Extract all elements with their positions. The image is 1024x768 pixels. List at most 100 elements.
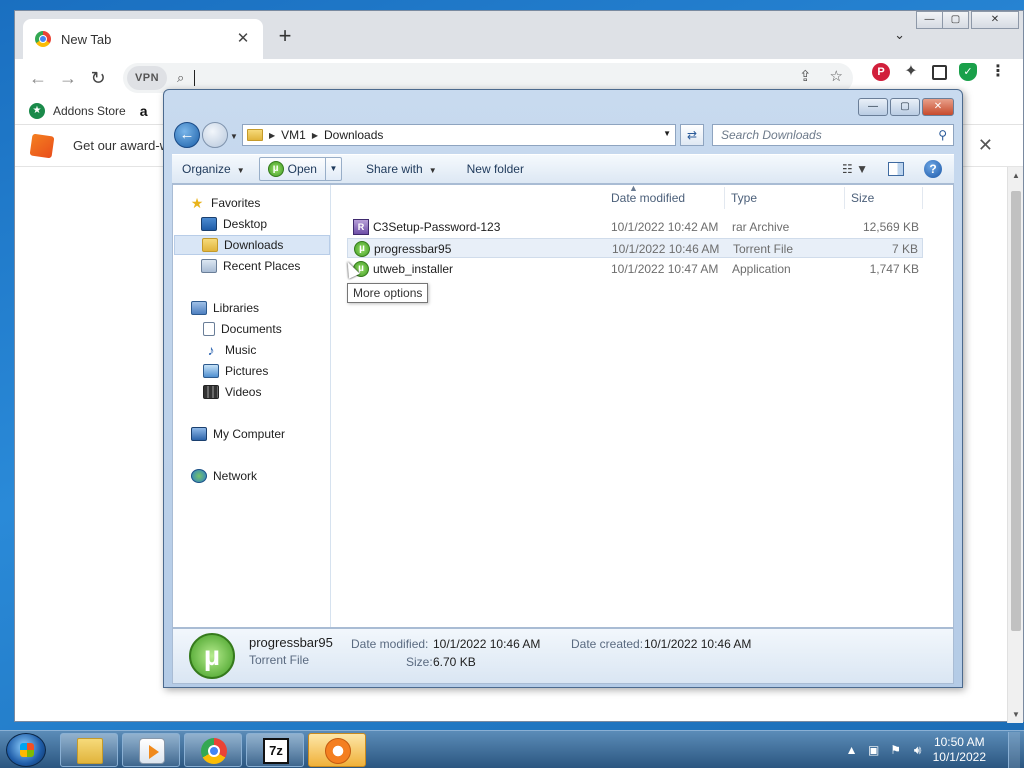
explorer-close-button[interactable]: ✕	[922, 98, 954, 116]
avast-icon	[325, 738, 351, 764]
action-center-flag-icon[interactable]: ⚑	[889, 743, 903, 757]
close-button[interactable]: ✕	[971, 11, 1019, 29]
extension-p-icon[interactable]: P	[872, 63, 890, 81]
utorrent-icon: µ	[267, 161, 284, 177]
nav-downloads[interactable]: Downloads	[174, 235, 330, 255]
scroll-up-icon[interactable]: ▲	[1008, 171, 1024, 180]
minimize-button[interactable]: —	[916, 11, 943, 29]
preview-pane-icon[interactable]	[888, 162, 904, 176]
taskbar-7zip[interactable]: 7z	[246, 733, 304, 767]
clock[interactable]: 10:50 AM 10/1/2022	[933, 735, 986, 765]
back-arrow-icon[interactable]: ←	[174, 122, 200, 148]
tab-search-chevron-icon[interactable]: ⌄	[894, 27, 905, 43]
open-options-chevron-icon[interactable]: ▼	[324, 158, 341, 180]
new-tab-button[interactable]: +	[273, 25, 297, 49]
network-icon[interactable]: ▣	[867, 743, 881, 757]
bookmark-amazon-icon[interactable]: a	[140, 103, 148, 119]
refresh-icon[interactable]: ⇄	[680, 124, 704, 146]
nav-pictures[interactable]: Pictures	[203, 361, 329, 381]
nav-libraries[interactable]: Libraries	[191, 298, 347, 318]
forward-arrow-icon[interactable]	[202, 122, 228, 148]
kebab-menu-icon[interactable]: ⋮	[989, 63, 1007, 81]
new-folder-button[interactable]: New folder	[457, 157, 534, 181]
organize-menu[interactable]: Organize ▼	[172, 157, 255, 181]
reload-icon[interactable]: ↻	[83, 63, 113, 93]
taskbar-media-player[interactable]	[122, 733, 180, 767]
taskbar-avast[interactable]	[308, 733, 366, 767]
folder-icon	[77, 738, 103, 764]
file-row[interactable]: R C3Setup-Password-123 10/1/2022 10:42 A…	[347, 217, 923, 237]
share-with-label: Share with	[365, 162, 423, 176]
share-icon[interactable]: ⇪	[799, 67, 812, 85]
bookmark-star-icon[interactable]: ☆	[830, 67, 843, 85]
change-view-icon[interactable]: ☷ ▼	[842, 162, 868, 176]
back-arrow-icon[interactable]: ←	[23, 63, 53, 93]
chevron-down-icon: ▼	[236, 166, 245, 175]
details-file-type: Torrent File	[249, 653, 310, 667]
explorer-address-row: ← ▼ ▶ VM1 ▶ Downloads ▼ ⇄ Search Downloa…	[172, 122, 954, 150]
tab-new-tab[interactable]: New Tab ✕	[23, 19, 263, 59]
share-with-menu[interactable]: Share with ▼	[356, 157, 447, 181]
file-row[interactable]: µ progressbar95 10/1/2022 10:46 AM Torre…	[347, 238, 923, 258]
nav-documents[interactable]: Documents	[203, 319, 329, 339]
recent-pages-chevron-icon[interactable]: ▼	[230, 132, 238, 141]
show-desktop-button[interactable]	[1008, 732, 1020, 768]
search-downloads-input[interactable]: Search Downloads ⚲	[712, 124, 954, 146]
column-date-modified[interactable]: Date modified	[605, 187, 725, 209]
details-file-name: progressbar95	[249, 635, 333, 650]
start-button[interactable]	[6, 733, 46, 767]
nav-recent-places[interactable]: Recent Places	[201, 256, 329, 276]
column-size[interactable]: Size	[845, 187, 923, 209]
search-placeholder: Search Downloads	[721, 128, 822, 142]
taskbar-chrome[interactable]	[184, 733, 242, 767]
vpn-button[interactable]: VPN	[127, 66, 167, 90]
page-scrollbar[interactable]: ▲ ▼	[1007, 167, 1023, 723]
address-dropdown-icon[interactable]: ▼	[663, 129, 671, 138]
file-row[interactable]: µ utweb_installer 10/1/2022 10:47 AM App…	[347, 259, 923, 279]
explorer-window: — ▢ ✕ ← ▼ ▶ VM1 ▶ Downloads ▼ ⇄ Search D…	[163, 89, 963, 688]
explorer-maximize-button[interactable]: ▢	[890, 98, 920, 116]
extensions-puzzle-icon[interactable]: ✦	[902, 63, 920, 81]
banner-close-icon[interactable]: ✕	[978, 135, 993, 156]
scroll-down-icon[interactable]: ▼	[1008, 710, 1024, 719]
utorrent-icon: µ	[354, 241, 370, 257]
details-size-label: Size:	[406, 655, 433, 669]
file-name: progressbar95	[374, 242, 452, 256]
utorrent-icon: µ	[189, 633, 235, 679]
maximize-button[interactable]: ▢	[942, 11, 969, 29]
breadcrumb-separator-icon: ▶	[269, 130, 276, 140]
media-player-icon	[139, 738, 165, 764]
search-icon: ⌕	[177, 70, 185, 85]
nav-desktop[interactable]: Desktop	[201, 214, 329, 234]
more-options-tooltip: More options	[347, 283, 429, 303]
bookmark-addons-store[interactable]: Addons Store	[53, 104, 126, 118]
open-button[interactable]: µ Open ▼	[258, 157, 342, 181]
taskbar-explorer[interactable]	[60, 733, 118, 767]
breadcrumb-vm1[interactable]: VM1	[281, 128, 306, 142]
breadcrumb-downloads[interactable]: Downloads	[324, 128, 383, 142]
file-type: Application	[732, 262, 791, 276]
tab-close-icon[interactable]: ✕	[235, 31, 251, 47]
file-name: utweb_installer	[373, 262, 454, 276]
clock-time: 10:50 AM	[933, 735, 985, 749]
chrome-favicon-icon	[35, 31, 51, 47]
nav-music[interactable]: ♪ Music	[203, 340, 329, 360]
side-panel-icon[interactable]	[932, 64, 947, 80]
extensions-area: P ✦ ✓ ⋮	[872, 63, 1007, 81]
forward-arrow-icon[interactable]: →	[53, 63, 83, 93]
explorer-window-controls: — ▢ ✕	[858, 98, 954, 116]
explorer-minimize-button[interactable]: —	[858, 98, 888, 116]
nav-network[interactable]: Network	[191, 466, 347, 486]
tray-expand-icon[interactable]: ▲	[845, 743, 859, 757]
volume-icon[interactable]: 🔊︎	[911, 743, 925, 757]
scroll-thumb[interactable]	[1011, 191, 1021, 631]
column-type[interactable]: Type	[725, 187, 845, 209]
shield-check-icon[interactable]: ✓	[959, 63, 977, 81]
address-bar[interactable]: ▶ VM1 ▶ Downloads ▼	[242, 124, 676, 146]
nav-my-computer[interactable]: My Computer	[191, 424, 347, 444]
help-icon[interactable]: ?	[924, 160, 942, 178]
tab-title: New Tab	[61, 31, 112, 47]
search-icon[interactable]: ⚲	[938, 125, 947, 145]
nav-videos[interactable]: Videos	[203, 382, 329, 402]
nav-favorites[interactable]: ★ Favorites	[189, 193, 345, 213]
